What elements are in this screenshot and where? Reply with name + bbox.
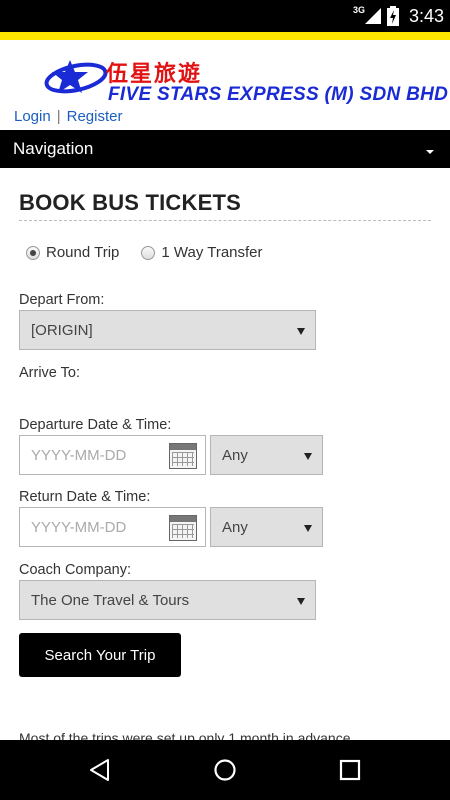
return-time-select[interactable]: Any (210, 507, 323, 547)
navigation-label: Navigation (13, 139, 94, 158)
departure-time-value: Any (222, 447, 248, 464)
one-way-label: 1 Way Transfer (161, 244, 263, 261)
coach-company-value: The One Travel & Tours (31, 592, 190, 609)
company-logo[interactable]: 伍星旅遊 FIVE STARS EXPRESS (M) SDN BHD (40, 54, 448, 110)
dropdown-arrow-icon (304, 453, 312, 460)
dropdown-arrow-icon (297, 598, 305, 605)
departure-datetime-label: Departure Date & Time: (19, 417, 172, 433)
arrive-to-label: Arrive To: (19, 365, 80, 381)
page-title: BOOK BUS TICKETS (19, 190, 241, 215)
register-link[interactable]: Register (67, 108, 123, 125)
back-icon[interactable] (88, 758, 112, 782)
calendar-icon[interactable] (169, 515, 197, 541)
return-datetime-label: Return Date & Time: (19, 489, 151, 505)
one-way-option[interactable]: 1 Way Transfer (141, 244, 263, 261)
auth-separator: | (56, 108, 61, 125)
dropdown-arrow-icon (304, 525, 312, 532)
depart-from-select[interactable]: [ORIGIN] (19, 310, 316, 350)
home-icon[interactable] (213, 758, 237, 782)
return-date-placeholder: YYYY-MM-DD (31, 519, 127, 536)
departure-date-field[interactable]: YYYY-MM-DD (19, 435, 206, 475)
return-date-field[interactable]: YYYY-MM-DD (19, 507, 206, 547)
dropdown-arrow-icon (297, 328, 305, 335)
coach-company-select[interactable]: The One Travel & Tours (19, 580, 316, 620)
depart-from-label: Depart From: (19, 292, 105, 308)
depart-from-value: [ORIGIN] (31, 322, 93, 339)
booking-form: BOOK BUS TICKETS Round Trip 1 Way Transf… (0, 168, 450, 740)
round-trip-label: Round Trip (46, 244, 120, 261)
title-divider (19, 220, 431, 221)
network-type: 3G (352, 5, 365, 15)
site-header: 伍星旅遊 FIVE STARS EXPRESS (M) SDN BHD Logi… (0, 40, 450, 130)
navigation-toggle[interactable]: Navigation (0, 130, 450, 168)
login-link[interactable]: Login (14, 108, 51, 125)
star-swoosh-icon (44, 60, 108, 94)
round-trip-option[interactable]: Round Trip (26, 244, 119, 261)
status-bar: 3G 3:43 (0, 0, 450, 32)
clock: 3:43 (408, 5, 444, 26)
logo-english-text: FIVE STARS EXPRESS (M) SDN BHD (108, 84, 449, 105)
trip-type-group: Round Trip 1 Way Transfer (26, 244, 285, 261)
signal-icon (364, 8, 381, 24)
advance-booking-note: Most of the trips were set up only 1 mon… (19, 730, 355, 740)
departure-date-placeholder: YYYY-MM-DD (31, 447, 127, 464)
recent-apps-icon[interactable] (339, 759, 361, 781)
departure-time-select[interactable]: Any (210, 435, 323, 475)
one-way-radio[interactable] (141, 245, 156, 260)
return-time-value: Any (222, 519, 248, 536)
caret-down-icon (426, 150, 434, 154)
calendar-icon[interactable] (169, 443, 197, 469)
battery-charging-icon (386, 6, 399, 26)
search-trip-button[interactable]: Search Your Trip (19, 633, 181, 677)
auth-links: Login | Register (14, 108, 122, 125)
coach-company-label: Coach Company: (19, 562, 132, 578)
round-trip-radio[interactable] (26, 245, 40, 260)
brand-accent-bar (0, 32, 450, 40)
system-nav-bar (0, 740, 450, 800)
